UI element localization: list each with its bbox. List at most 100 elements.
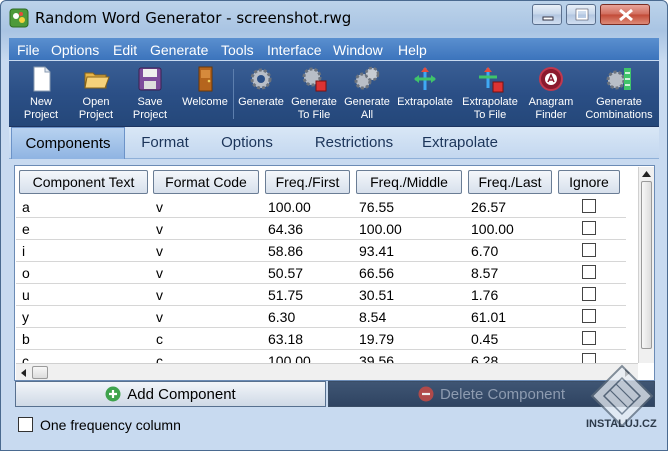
horizontal-scroll-thumb[interactable]	[32, 366, 48, 379]
maximize-button[interactable]	[566, 4, 596, 25]
horizontal-scrollbar[interactable]	[16, 363, 638, 380]
table-row[interactable]: a v 100.00 76.55 26.57	[16, 196, 626, 218]
cell-last[interactable]: 26.57	[471, 199, 506, 215]
ignore-checkbox[interactable]	[582, 221, 596, 235]
extrapolate-to-file-button[interactable]: Extrapolate To File	[459, 65, 521, 123]
table-row[interactable]: u v 51.75 30.51 1.76	[16, 284, 626, 306]
tab-format[interactable]: Format	[129, 127, 201, 159]
ignore-checkbox[interactable]	[582, 199, 596, 213]
generate-to-file-button[interactable]: Generate To File	[287, 65, 341, 123]
maximize-icon	[575, 8, 589, 21]
cell-format[interactable]: v	[156, 287, 163, 303]
cell-text[interactable]: y	[22, 309, 29, 325]
cell-format[interactable]: v	[156, 243, 163, 259]
menu-generate[interactable]: Generate	[150, 42, 208, 58]
column-header-freq-middle[interactable]: Freq./Middle	[356, 170, 462, 194]
toolbar-separator	[233, 69, 234, 119]
save-project-button[interactable]: Save Project	[123, 65, 177, 123]
cell-format[interactable]: v	[156, 265, 163, 281]
tab-extrapolate[interactable]: Extrapolate	[405, 127, 515, 159]
open-project-button[interactable]: Open Project	[69, 65, 123, 123]
cell-text[interactable]: a	[22, 199, 30, 215]
cell-format[interactable]: v	[156, 221, 163, 237]
app-logo-icon	[9, 8, 29, 28]
table-row[interactable]: o v 50.57 66.56 8.57	[16, 262, 626, 284]
cell-first[interactable]: 64.36	[268, 221, 303, 237]
generate-button[interactable]: Generate	[235, 65, 287, 123]
cell-text[interactable]: e	[22, 221, 30, 237]
column-header-format-code[interactable]: Format Code	[153, 170, 259, 194]
close-button[interactable]	[600, 4, 650, 25]
cell-format[interactable]: v	[156, 199, 163, 215]
cell-middle[interactable]: 93.41	[359, 243, 394, 259]
column-header-freq-last[interactable]: Freq./Last	[468, 170, 552, 194]
cell-first[interactable]: 6.30	[268, 309, 295, 325]
one-frequency-column-checkbox[interactable]	[18, 417, 33, 432]
cell-last[interactable]: 1.76	[471, 287, 498, 303]
column-header-component-text[interactable]: Component Text	[19, 170, 148, 194]
cell-last[interactable]: 61.01	[471, 309, 506, 325]
scroll-left-icon[interactable]	[18, 367, 30, 379]
generate-combinations-button[interactable]: Generate Combinations	[581, 65, 657, 123]
new-project-button[interactable]: New Project	[13, 65, 69, 123]
cell-last[interactable]: 8.57	[471, 265, 498, 281]
ignore-checkbox[interactable]	[582, 331, 596, 345]
table-row[interactable]: b c 63.18 19.79 0.45	[16, 328, 626, 350]
ignore-checkbox[interactable]	[582, 243, 596, 257]
ignore-checkbox[interactable]	[582, 309, 596, 323]
ignore-checkbox[interactable]	[582, 265, 596, 279]
cell-last[interactable]: 100.00	[471, 221, 514, 237]
gear-abc-icon	[606, 68, 631, 90]
welcome-button[interactable]: Welcome	[177, 65, 233, 123]
plus-icon	[105, 386, 121, 402]
cell-first[interactable]: 50.57	[268, 265, 303, 281]
cell-middle[interactable]: 66.56	[359, 265, 394, 281]
table-row[interactable]: e v 64.36 100.00 100.00	[16, 218, 626, 240]
cell-first[interactable]: 58.86	[268, 243, 303, 259]
table-row[interactable]: y v 6.30 8.54 61.01	[16, 306, 626, 328]
tab-restrictions[interactable]: Restrictions	[295, 127, 413, 159]
cell-text[interactable]: i	[22, 243, 25, 259]
column-header-freq-first[interactable]: Freq./First	[265, 170, 350, 194]
cell-first[interactable]: 51.75	[268, 287, 303, 303]
table-row[interactable]: i v 58.86 93.41 6.70	[16, 240, 626, 262]
menu-edit[interactable]: Edit	[113, 42, 137, 58]
add-component-button[interactable]: Add Component	[15, 381, 326, 407]
generate-all-button[interactable]: Generate All	[341, 65, 393, 123]
cell-middle[interactable]: 30.51	[359, 287, 394, 303]
table-row[interactable]: c c 100.00 39.56 6.28	[16, 350, 626, 364]
scroll-up-icon[interactable]	[640, 168, 653, 180]
menu-file[interactable]: File	[17, 42, 40, 58]
cell-middle[interactable]: 19.79	[359, 331, 394, 347]
menu-help[interactable]: Help	[398, 42, 427, 58]
cell-last[interactable]: 0.45	[471, 331, 498, 347]
cell-text[interactable]: u	[22, 287, 30, 303]
cell-text[interactable]: o	[22, 265, 30, 281]
cell-last[interactable]: 6.70	[471, 243, 498, 259]
cell-middle[interactable]: 76.55	[359, 199, 394, 215]
cell-format[interactable]: c	[156, 331, 163, 347]
menu-tools[interactable]: Tools	[221, 42, 254, 58]
app-window: Random Word Generator - screenshot.rwg F…	[0, 0, 668, 451]
title-bar[interactable]: Random Word Generator - screenshot.rwg	[1, 1, 667, 35]
menu-window[interactable]: Window	[333, 42, 383, 58]
ignore-checkbox[interactable]	[582, 287, 596, 301]
cell-text[interactable]: b	[22, 331, 30, 347]
vertical-scrollbar[interactable]	[638, 167, 654, 363]
cell-format[interactable]: v	[156, 309, 163, 325]
menu-interface[interactable]: Interface	[267, 42, 321, 58]
vertical-scroll-thumb[interactable]	[641, 181, 652, 349]
cell-first[interactable]: 100.00	[268, 199, 311, 215]
tab-strip: Components Format Options Restrictions E…	[9, 127, 659, 159]
tab-components[interactable]: Components	[11, 127, 125, 159]
minimize-button[interactable]	[532, 4, 562, 25]
column-header-ignore[interactable]: Ignore	[558, 170, 620, 194]
extrapolate-button[interactable]: Extrapolate	[393, 65, 457, 123]
cell-first[interactable]: 63.18	[268, 331, 303, 347]
menu-options[interactable]: Options	[51, 42, 99, 58]
anagram-finder-button[interactable]: Anagram Finder	[523, 65, 579, 123]
gears-icon	[354, 66, 380, 90]
cell-middle[interactable]: 100.00	[359, 221, 402, 237]
cell-middle[interactable]: 8.54	[359, 309, 386, 325]
tab-options[interactable]: Options	[209, 127, 285, 159]
